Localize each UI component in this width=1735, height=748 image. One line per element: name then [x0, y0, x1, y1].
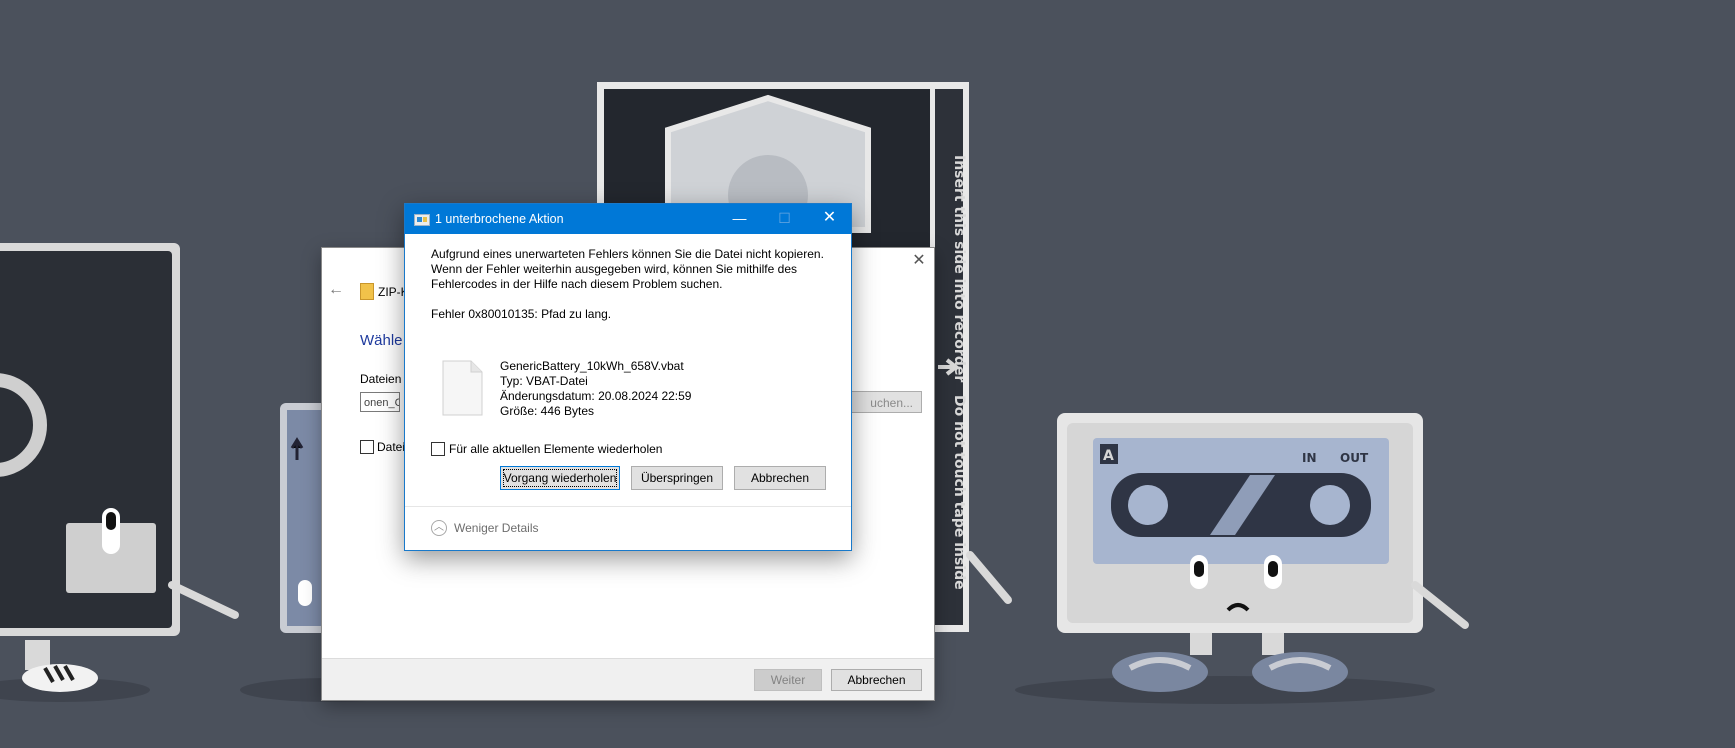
file-type: Typ: VBAT-Datei [500, 374, 588, 388]
tape-side-text-1: Insert this side into recorder [951, 155, 967, 382]
tape-side-text-2: Do not touch tape inside [951, 395, 967, 590]
error-code: Fehler 0x80010135: Pfad zu lang. [431, 307, 612, 321]
skip-button[interactable]: Überspringen [631, 466, 723, 490]
dialog-titlebar[interactable]: 1 unterbrochene Aktion — ☐ ✕ [405, 204, 851, 234]
cancel-button[interactable]: Abbrechen [734, 466, 826, 490]
file-info: GenericBattery_10kWh_658V.vbat Typ: VBAT… [500, 359, 691, 419]
dialog-title: 1 unterbrochene Aktion [435, 212, 564, 226]
files-label: Dateien [360, 372, 402, 386]
next-button[interactable]: Weiter [754, 669, 822, 691]
chevron-up-icon[interactable]: ︿ [431, 520, 447, 536]
interrupted-action-dialog: 1 unterbrochene Aktion — ☐ ✕ Aufgrund ei… [404, 203, 852, 551]
back-arrow-icon[interactable]: ← [328, 281, 344, 299]
cassette-letter: A [1103, 448, 1114, 464]
cassette-in: IN [1302, 451, 1317, 465]
show-files-checkbox-label: Datei [377, 440, 406, 454]
close-button[interactable]: ✕ [807, 204, 852, 234]
focus-rectangle [503, 469, 617, 487]
copy-progress-icon [414, 214, 430, 226]
repeat-for-all-checkbox[interactable] [431, 442, 445, 456]
repeat-for-all-label[interactable]: Für alle aktuellen Elemente wiederholen [449, 442, 662, 456]
document-icon [442, 360, 483, 416]
divider [405, 506, 851, 507]
zip-folder-icon [360, 283, 374, 300]
file-name: GenericBattery_10kWh_658V.vbat [500, 359, 684, 373]
destination-path-input[interactable]: onen_C [360, 392, 400, 412]
wizard-heading: Wähle [360, 332, 403, 349]
error-message: Aufgrund eines unerwarteten Fehlers könn… [431, 247, 824, 291]
maximize-button: ☐ [778, 210, 791, 226]
minimize-button[interactable]: — [717, 204, 762, 234]
wizard-cancel-button[interactable]: Abbrechen [831, 669, 922, 691]
cassette-out: OUT [1340, 451, 1369, 465]
close-icon[interactable]: ✕ [912, 253, 926, 269]
show-files-checkbox[interactable] [360, 440, 374, 454]
file-size: Größe: 446 Bytes [500, 404, 595, 418]
wizard-footer: Weiter Abbrechen [322, 658, 934, 700]
file-modified: Änderungsdatum: 20.08.2024 22:59 [500, 389, 692, 403]
fewer-details-link[interactable]: Weniger Details [454, 521, 538, 535]
retry-button[interactable]: Vorgang wiederholen [500, 466, 620, 490]
